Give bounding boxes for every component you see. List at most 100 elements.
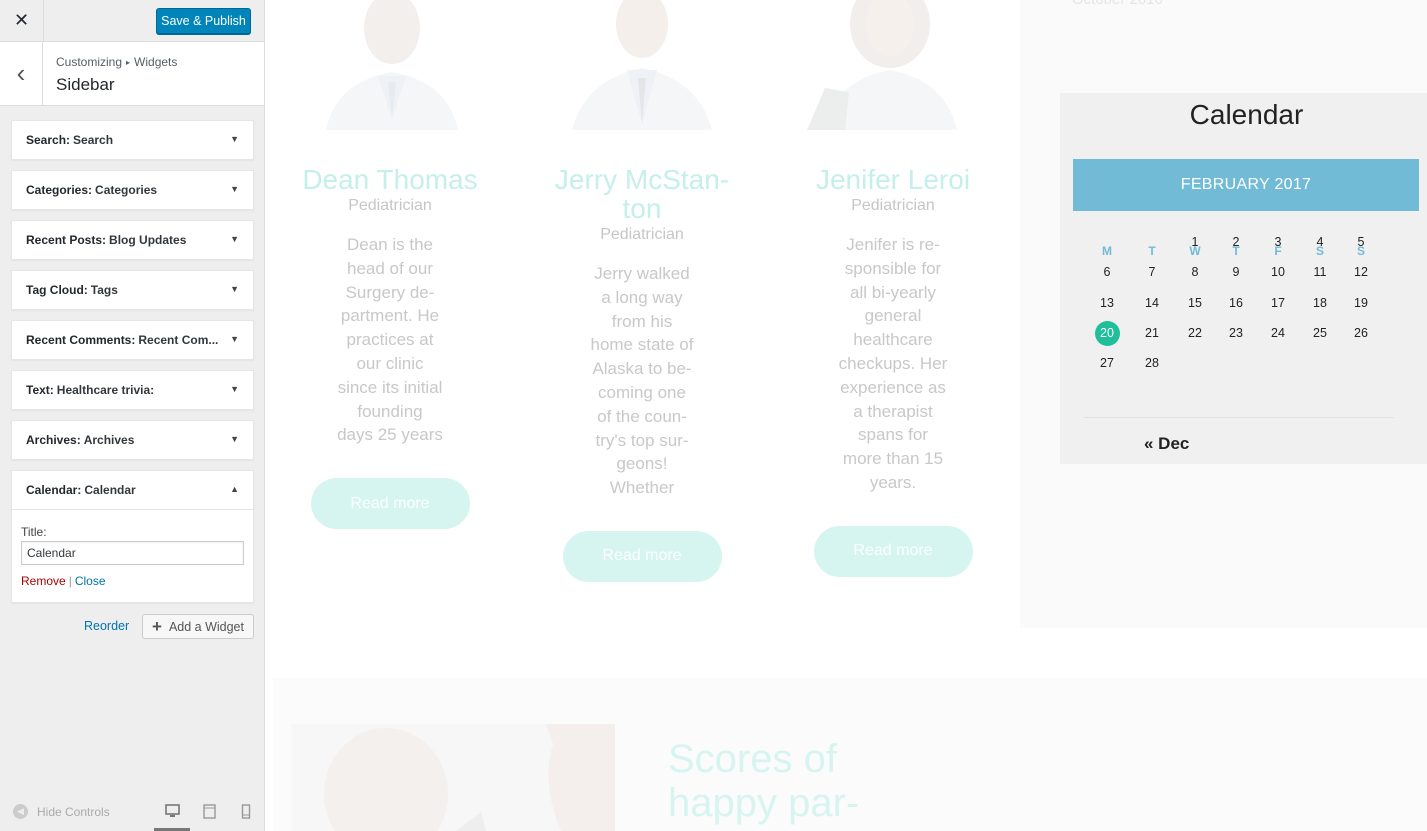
widget-title: Calendar — [84, 483, 136, 497]
widget-header[interactable]: Text: Healthcare trivia: ▼ — [12, 371, 253, 409]
doctor-card: Dean Thomas Pediatrician Dean is the hea… — [290, 165, 490, 530]
widget-type: Recent Posts: — [26, 233, 107, 247]
tablet-icon[interactable] — [201, 803, 217, 819]
calendar-day: 23 — [1229, 326, 1243, 340]
calendar-day: 13 — [1100, 296, 1114, 310]
widget-header[interactable]: Archives: Archives ▼ — [12, 421, 253, 459]
calendar-day-header: T — [1148, 244, 1156, 258]
widget-actions: Remove | Close — [21, 574, 243, 588]
bio-line: Jenifer is re- — [846, 235, 940, 254]
widget-recent-posts[interactable]: Recent Posts: Blog Updates ▼ — [11, 220, 254, 260]
caret-down-icon[interactable]: ▼ — [230, 434, 239, 444]
doctor-name-line: Jerry McStan- — [554, 164, 730, 195]
bio-line: our clinic — [356, 353, 424, 373]
caret-down-icon[interactable]: ▼ — [230, 334, 239, 344]
close-icon: ✕ — [13, 10, 30, 30]
calendar-day: 26 — [1354, 326, 1368, 340]
widget-header[interactable]: Tag Cloud: Tags ▼ — [12, 271, 253, 309]
doctor-card: Jerry McStan- ton Pediatrician Jerry wal… — [542, 165, 742, 582]
calendar-day: 11 — [1313, 265, 1327, 279]
caret-down-icon[interactable]: ▼ — [230, 184, 239, 194]
archive-link[interactable]: October 2016 — [1072, 0, 1163, 8]
doctor-name[interactable]: Dean Thomas — [290, 165, 490, 194]
widget-header[interactable]: Search: Search ▼ — [12, 121, 253, 159]
prev-month-link[interactable]: « Dec — [1144, 434, 1189, 454]
widget-calendar[interactable]: Calendar:Calendar ▲ Title: Remove|Close — [11, 470, 254, 603]
bio-line: days 25 years — [337, 425, 443, 445]
back-button[interactable]: ‹ — [0, 42, 43, 105]
widget-title: Search — [73, 133, 114, 147]
tablet-icon-svg — [202, 803, 216, 819]
read-more-button[interactable]: Read more — [562, 530, 722, 582]
calendar-day: 22 — [1188, 326, 1202, 340]
widget-title: Tags — [90, 283, 118, 297]
calendar-day: 10 — [1271, 265, 1285, 279]
save-publish-button[interactable]: Save & Publish — [156, 8, 251, 34]
doctor-name-line: ton — [622, 193, 662, 224]
doctor-name[interactable]: Jenifer Leroi — [793, 165, 993, 194]
calendar-day: 27 — [1100, 356, 1114, 370]
calendar-day: 17 — [1271, 296, 1285, 310]
read-more-button[interactable]: Read more — [813, 525, 973, 577]
widget-tag-cloud[interactable]: Tag Cloud: Tags ▼ — [11, 270, 254, 310]
hide-controls-label: Hide Controls — [37, 804, 110, 819]
caret-down-icon[interactable]: ▼ — [230, 284, 239, 294]
calendar-day: 25 — [1313, 326, 1327, 340]
widget-type: Categories: — [26, 183, 93, 197]
doctor-photo — [326, 0, 458, 130]
calendar-day: 2 — [1232, 235, 1240, 249]
calendar-day: 24 — [1271, 326, 1285, 340]
bio-line: a long way — [601, 287, 683, 307]
add-widget-button[interactable]: + Add a Widget — [142, 614, 254, 639]
doctor-name[interactable]: Jerry McStan- ton — [542, 165, 742, 223]
read-more-button[interactable]: Read more — [310, 478, 470, 530]
caret-down-icon[interactable]: ▼ — [230, 134, 239, 144]
widget-type: Search: — [26, 133, 71, 147]
doctor-role: Pediatrician — [348, 197, 432, 214]
widget-header[interactable]: Categories: Categories ▼ — [12, 171, 253, 209]
calendar-today: 20 — [1094, 320, 1120, 346]
widget-type: Text: — [26, 383, 54, 397]
breadcrumb-item: Customizing — [56, 55, 123, 69]
doctor-role: Pediatrician — [851, 197, 935, 214]
close-link[interactable]: Close — [75, 574, 106, 588]
widget-header[interactable]: Recent Comments: Recent Com... ▼ — [12, 321, 253, 359]
bio-line: founding — [357, 401, 423, 421]
bio-line: from his — [611, 311, 673, 331]
hide-controls-button[interactable]: ◀ Hide Controls — [13, 804, 110, 819]
calendar-month: FEBRUARY 2017 — [1073, 159, 1419, 211]
calendar-day: 9 — [1232, 265, 1240, 279]
section-header: ‹ Customizing ▸ Widgets Sidebar — [0, 42, 264, 106]
caret-down-icon[interactable]: ▼ — [230, 384, 239, 394]
doctor-photo — [807, 0, 957, 130]
widget-header[interactable]: Calendar: Calendar ▲ — [12, 471, 253, 509]
remove-link[interactable]: Remove — [21, 574, 66, 588]
reorder-link[interactable]: Reorder — [84, 619, 129, 633]
bio-line: Surgery de- — [345, 282, 435, 302]
caret-up-icon[interactable]: ▲ — [230, 484, 239, 494]
widget-search[interactable]: Search: Search ▼ — [11, 120, 254, 160]
calendar-day-header: M — [1102, 244, 1112, 258]
plus-icon: + — [152, 616, 162, 636]
widget-form: Title: Remove|Close — [12, 509, 253, 602]
calendar-day: 19 — [1354, 296, 1368, 310]
desktop-icon[interactable] — [164, 803, 180, 819]
widget-title: Blog Updates — [109, 233, 187, 247]
mobile-icon[interactable] — [238, 803, 254, 819]
widget-categories[interactable]: Categories: Categories ▼ — [11, 170, 254, 210]
bio-line: general — [864, 306, 922, 326]
widget-header[interactable]: Recent Posts: Blog Updates ▼ — [12, 221, 253, 259]
widget-title: Categories — [95, 183, 158, 197]
bio-line: partment. He — [340, 306, 440, 326]
calendar-day: 8 — [1191, 265, 1199, 279]
widget-recent-comments[interactable]: Recent Comments: Recent Com... ▼ — [11, 320, 254, 360]
close-customizer-button[interactable]: ✕ — [0, 0, 44, 41]
heading-line: Scores of — [668, 737, 837, 781]
breadcrumb-item: Widgets — [134, 55, 178, 69]
widget-archives[interactable]: Archives: Archives ▼ — [11, 420, 254, 460]
caret-down-icon[interactable]: ▼ — [230, 234, 239, 244]
widget-text[interactable]: Text: Healthcare trivia: ▼ — [11, 370, 254, 410]
widget-type: Recent Comments: — [26, 333, 136, 347]
title-input[interactable] — [21, 541, 244, 565]
calendar-grid: M T W T F S S 1 2 3 4 5 6 7 8 9 10 11 12 13 14 15 16 17 18 19 20 21… — [1073, 211, 1419, 401]
